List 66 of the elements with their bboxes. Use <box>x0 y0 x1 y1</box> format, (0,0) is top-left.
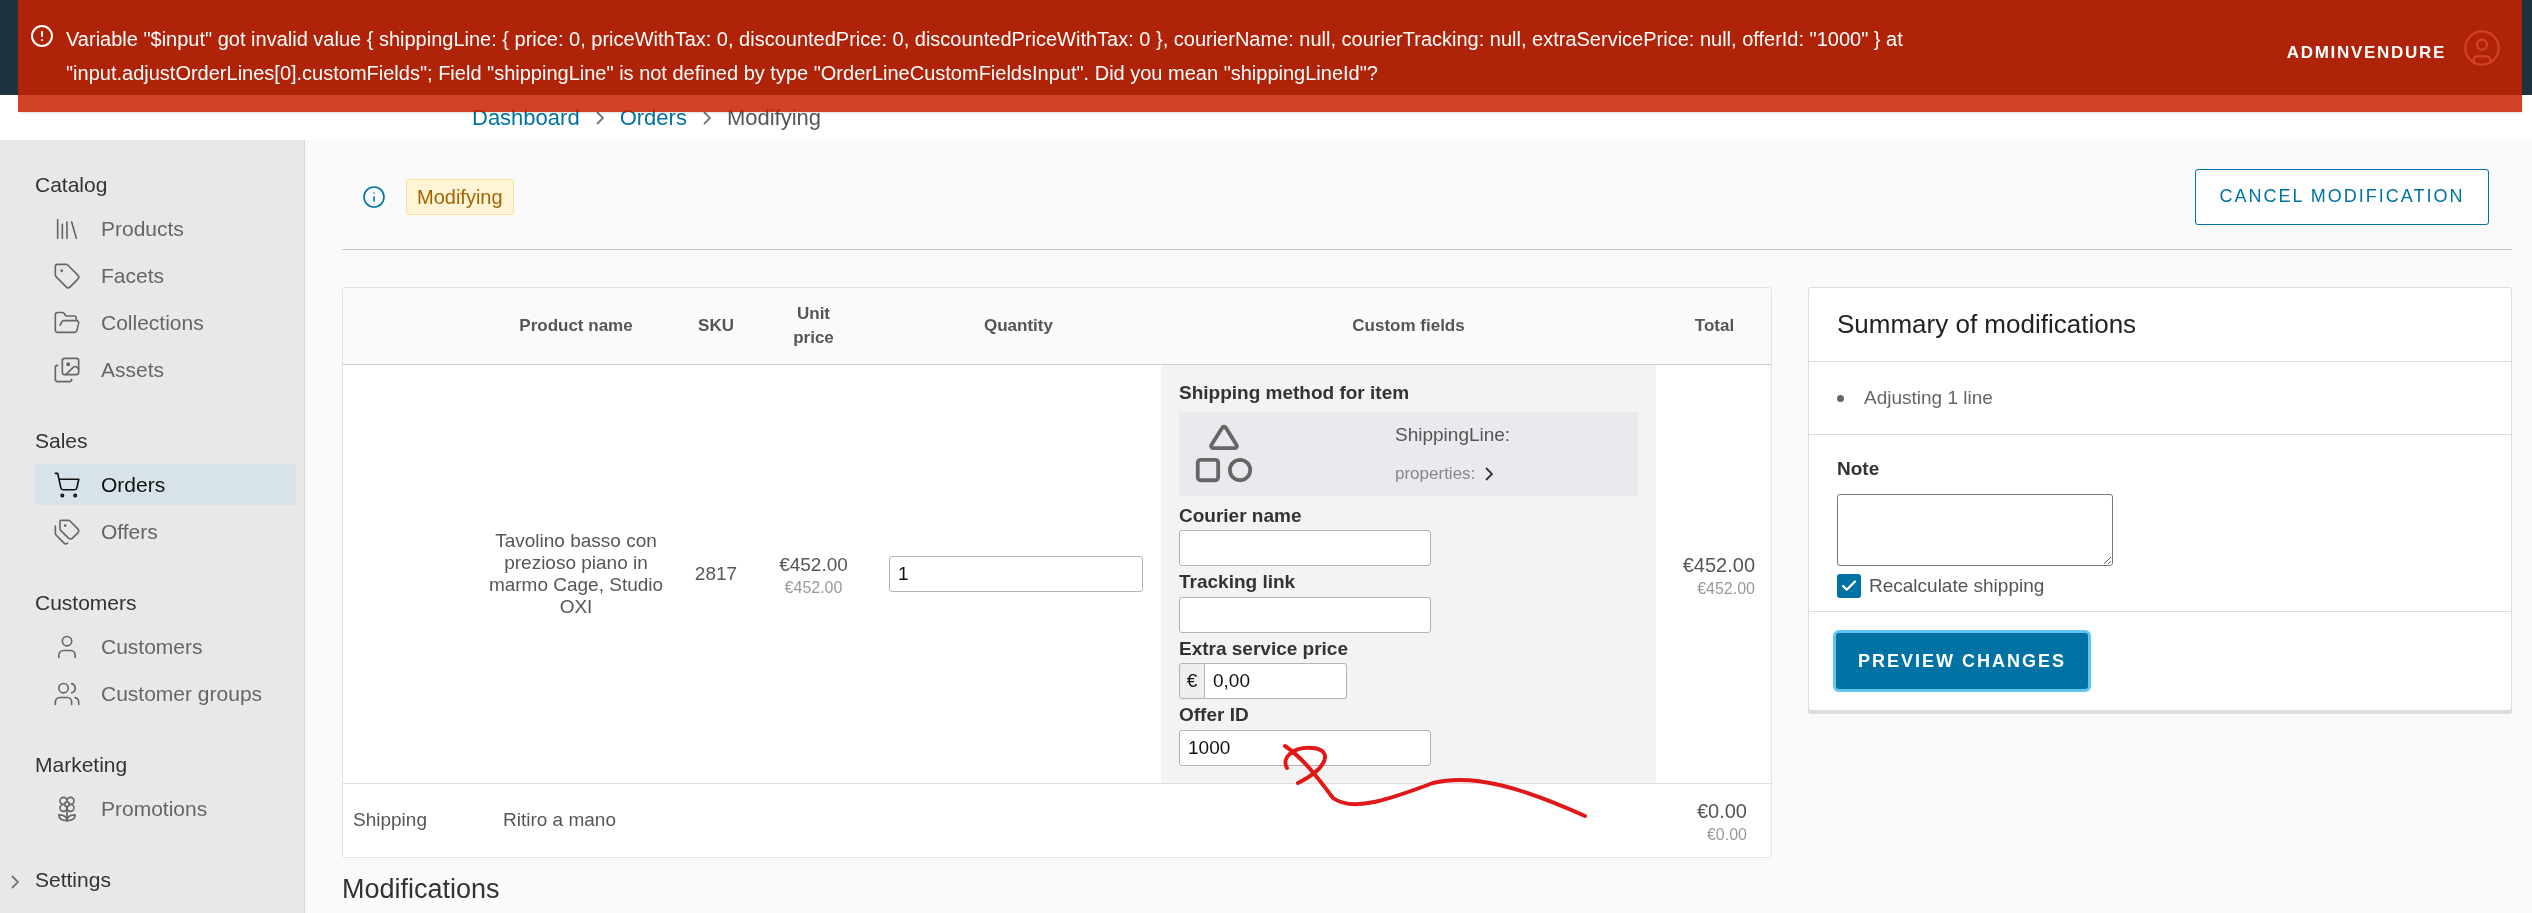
sidebar-item[interactable]: Customers <box>35 626 296 667</box>
field-label: Tracking link <box>1179 570 1297 594</box>
line-total: €452.00 <box>1682 552 1755 578</box>
shipping-total: €0.00 <box>1696 799 1747 824</box>
unit-price: €452.00 <box>779 552 848 577</box>
info-icon <box>362 184 386 209</box>
status-badge: Modifying <box>406 178 514 215</box>
sidebar-section-title: Marketing <box>35 752 129 779</box>
column-header: Quantity <box>983 315 1054 338</box>
summary-item: Adjusting 1 line <box>1864 385 1993 410</box>
tracking-link-field[interactable] <box>1179 596 1431 633</box>
shipping-label: Shipping <box>352 807 428 832</box>
sidebar-item[interactable]: Facets <box>35 255 296 296</box>
currency-prefix: € <box>1179 663 1205 699</box>
bullet-icon <box>1837 394 1844 402</box>
recalculate-label: Recalculate shipping <box>1869 573 2045 598</box>
sidebar-section-title: Catalog <box>35 172 109 199</box>
extra-service-price-field[interactable]: 0,00 <box>1205 663 1347 699</box>
sidebar-item[interactable]: Offers <box>35 511 296 552</box>
shipping-total-with-tax: €0.00 <box>1706 826 1747 844</box>
properties-link[interactable]: properties: <box>1395 461 1511 487</box>
error-icon <box>30 24 54 48</box>
sidebar-section-title: Settings <box>35 867 112 894</box>
tags-icon <box>53 517 81 546</box>
chevron-icon <box>1485 466 1494 481</box>
column-header: Total <box>1693 315 1736 338</box>
column-header: SKU <box>697 315 735 338</box>
cart-icon <box>53 470 81 499</box>
product-name: Tavolino basso con prezioso piano in marmo Cage, Studio OXI <box>487 529 665 618</box>
sidebar-section-title: Customers <box>35 590 138 617</box>
sidebar-item[interactable]: Products <box>35 208 296 249</box>
quantity-field[interactable]: 1 <box>889 555 1143 592</box>
field-label: Offer ID <box>1179 703 1250 727</box>
sku-cell-text: 2817 <box>694 561 738 586</box>
shipping-method: Ritiro a mano <box>502 807 617 832</box>
column-header: Product name <box>518 315 634 338</box>
field-label: Courier name <box>1179 503 1303 528</box>
tag-icon <box>53 261 81 290</box>
chevron-icon <box>595 110 604 125</box>
preview-changes-button[interactable]: PREVIEW CHANGES <box>1836 633 2088 689</box>
column-header: Unit price <box>792 303 835 349</box>
image-icon <box>53 355 81 384</box>
modifications-heading: Modifications <box>342 872 501 906</box>
chevron-icon <box>702 110 711 125</box>
user-label: ADMINVENDURE <box>2286 41 2446 64</box>
cancel-modification-button[interactable]: CANCEL MODIFICATION <box>2195 168 2489 225</box>
note-label: Note <box>1837 457 1881 481</box>
chevron-icon <box>11 875 19 889</box>
note-field[interactable] <box>1837 493 2113 566</box>
sidebar-item[interactable]: Orders <box>35 464 296 505</box>
relation-title: ShippingLine: <box>1395 422 1511 447</box>
column-header: Custom fields <box>1351 315 1466 338</box>
field-label: Extra service price <box>1179 636 1349 661</box>
field-label: Shipping method for item <box>1179 381 1411 405</box>
sidebar-item[interactable]: Promotions <box>35 788 296 829</box>
summary-title: Summary of modifications <box>1837 308 2137 341</box>
error-message: Variable "$input" got invalid value { shippingLine: { price: 0, priceWithTax: 0, discountedPrice: 0, discountedPriceWithTax: 0 }, courierName: null, courierTracking: null, extraServicePrice: null, offerId: "1000" } at "input.adjustOrderLines[0].customFields"; Field "shippingLine" is not defined by type "OrderLineCustomFieldsInput". Did you mean "shippingLineId"? <box>66 27 1904 86</box>
courier-name-field[interactable] <box>1179 530 1431 566</box>
sidebar-item[interactable]: Collections <box>35 302 296 343</box>
unit-price-with-tax: €452.00 <box>784 579 843 597</box>
offer-id-field[interactable]: 1000 <box>1179 729 1431 766</box>
sidebar-item[interactable]: Customer groups <box>35 673 296 714</box>
line-total-with-tax: €452.00 <box>1697 579 1755 598</box>
sidebar-item[interactable]: Assets <box>35 349 296 390</box>
sidebar-section-title: Sales <box>35 428 89 455</box>
recalculate-checkbox[interactable] <box>1837 573 1861 598</box>
